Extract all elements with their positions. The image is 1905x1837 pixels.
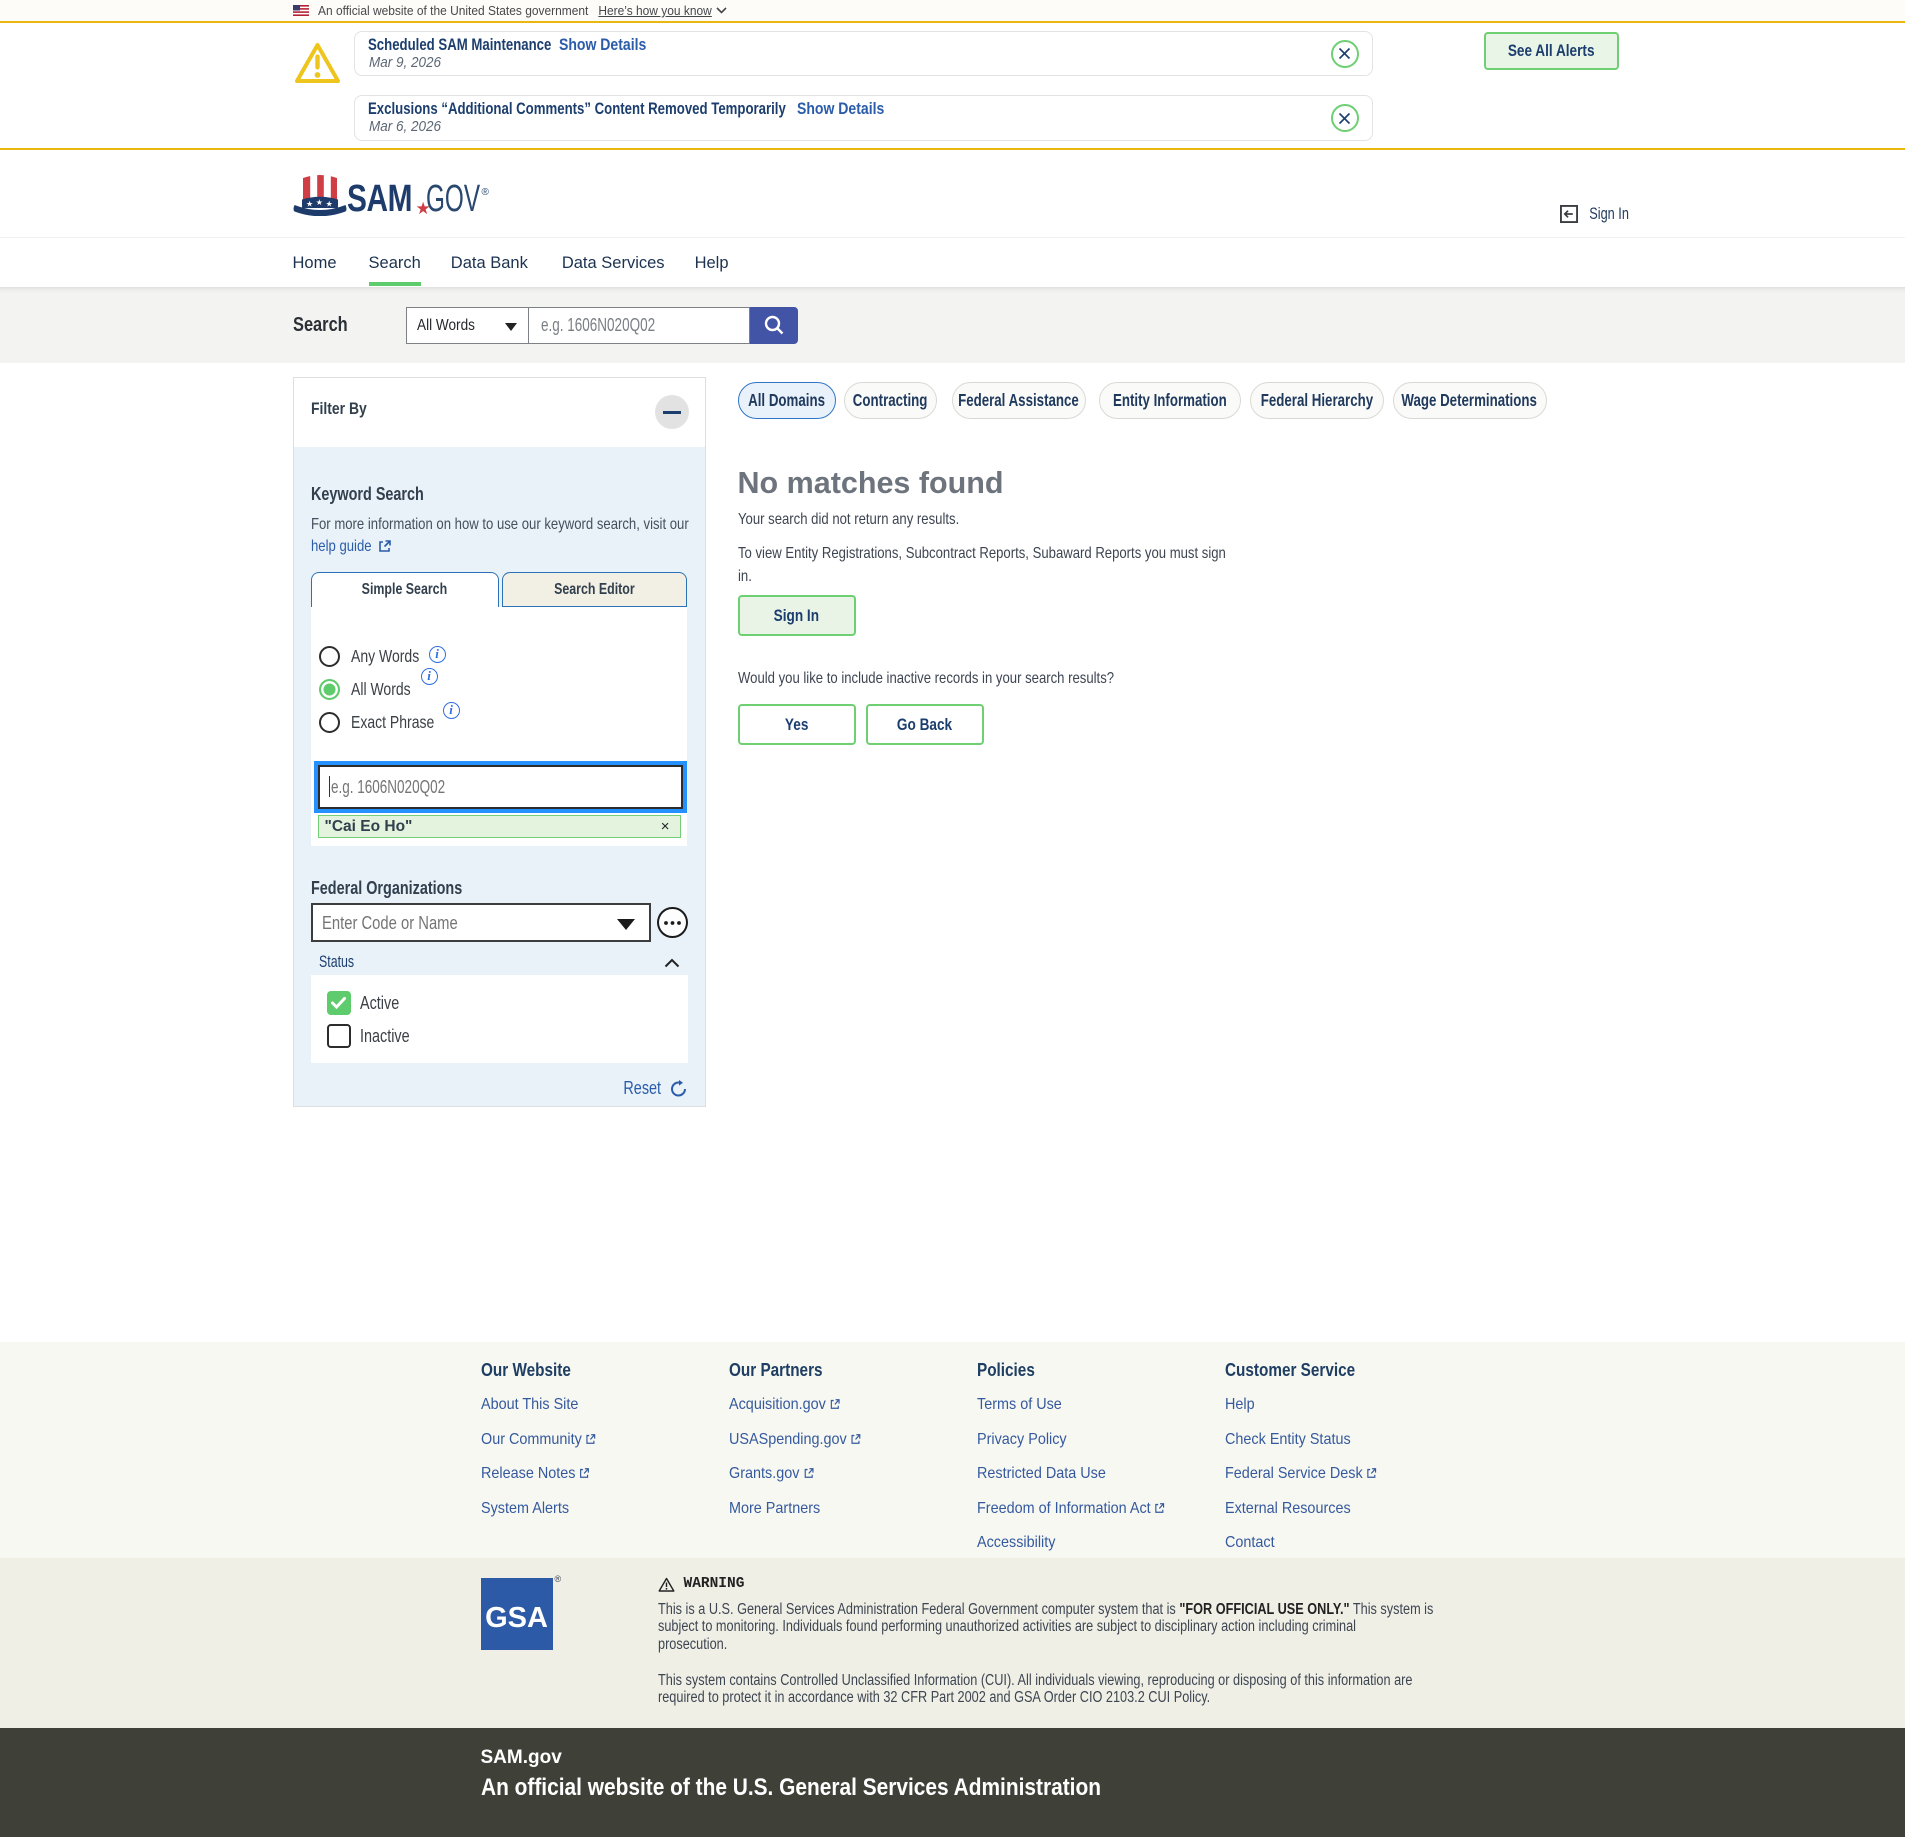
svg-text:★: ★ — [306, 200, 313, 209]
svg-text:★: ★ — [315, 198, 322, 207]
svg-text:★: ★ — [325, 200, 332, 209]
